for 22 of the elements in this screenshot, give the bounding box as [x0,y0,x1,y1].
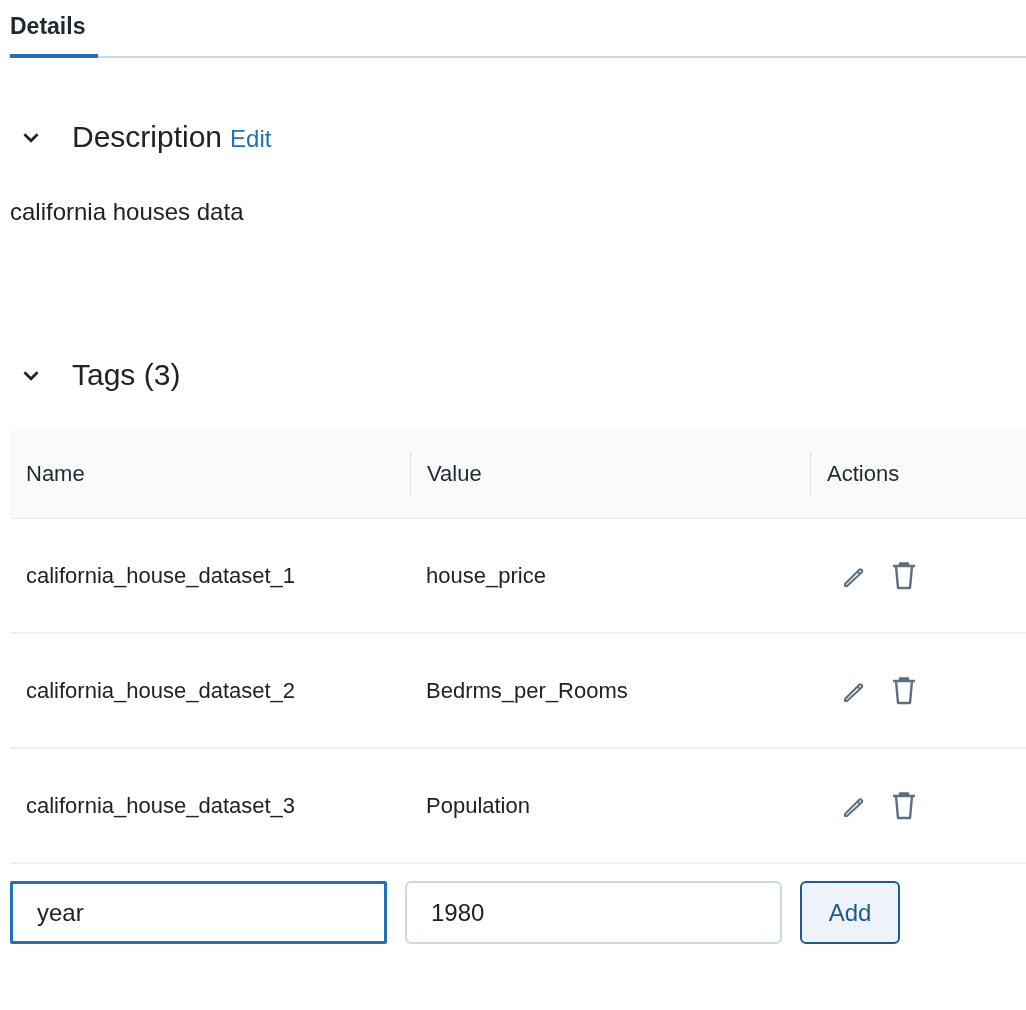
description-text: california houses data [10,198,245,226]
chevron-icon[interactable] [22,131,40,143]
edit-link[interactable]: Edit [230,125,272,153]
section-title: Description [72,120,223,154]
add-button[interactable]: Add [800,881,900,944]
column-header: Name [26,461,85,487]
table-cell: Population [426,792,530,818]
chevron-icon[interactable] [22,369,40,381]
table-cell: Bedrms_per_Rooms [426,677,628,703]
tag-value-field[interactable]: 1980 [405,881,782,944]
table-cell: california_house_dataset_2 [26,677,296,703]
table-cell: house_price [426,562,546,588]
trash-icon[interactable] [890,789,918,822]
details-tab[interactable]: Details [10,13,98,58]
table-cell: california_house_dataset_1 [26,562,296,588]
column-header: Actions [827,461,900,487]
section-title: Tags (3) [72,358,181,392]
table-cell: california_house_dataset_3 [26,792,296,818]
trash-icon[interactable] [890,674,918,707]
trash-icon[interactable] [890,559,918,592]
tag-name-field[interactable]: year [10,881,387,944]
column-header: Value [427,461,482,487]
